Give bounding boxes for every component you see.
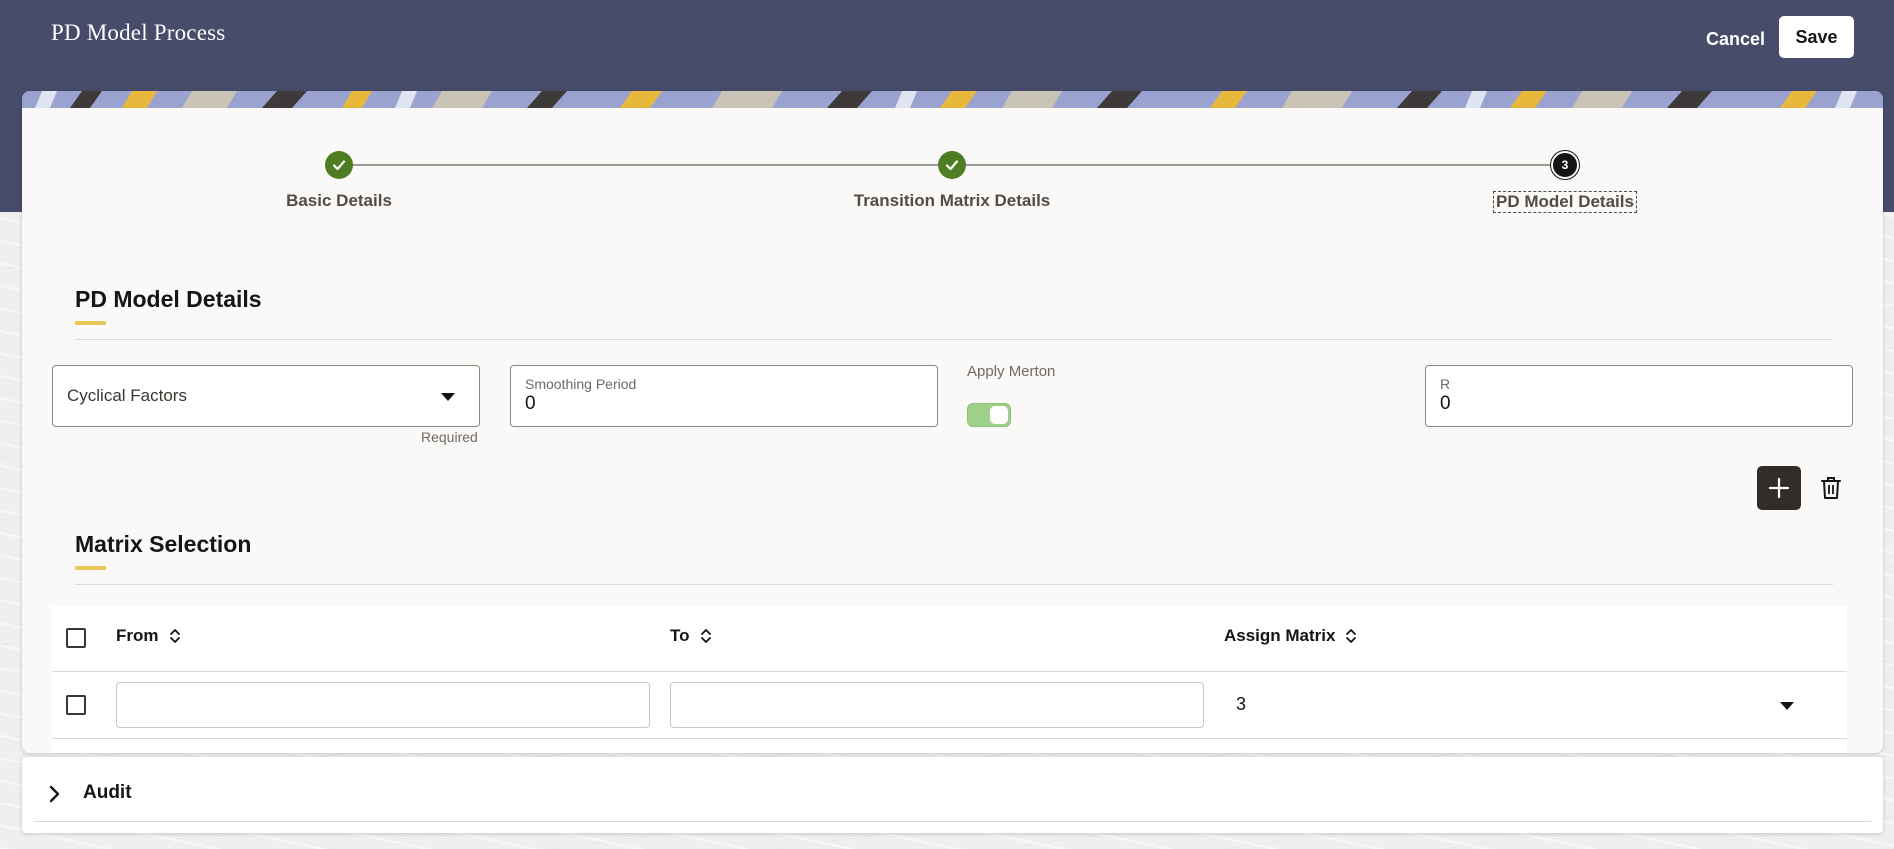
from-input[interactable] — [116, 682, 650, 728]
select-all-checkbox[interactable] — [66, 628, 86, 648]
section-divider — [75, 339, 1833, 340]
add-row-button[interactable] — [1757, 466, 1801, 510]
to-input[interactable] — [670, 682, 1204, 728]
column-header-label: Assign Matrix — [1224, 626, 1336, 645]
assign-matrix-select[interactable]: 3 — [1224, 682, 1824, 728]
row-divider — [52, 738, 1847, 739]
check-icon — [325, 151, 353, 179]
field-value: 0 — [525, 393, 536, 414]
field-value: 0 — [1440, 393, 1451, 414]
column-header-from[interactable]: From — [116, 626, 181, 646]
chevron-right-icon — [49, 785, 60, 803]
train-step-transition-matrix-details[interactable]: Transition Matrix Details — [802, 151, 1102, 211]
audit-divider — [34, 821, 1871, 822]
apply-merton-switch[interactable] — [967, 403, 1011, 427]
column-header-to[interactable]: To — [670, 626, 712, 646]
process-card: Basic Details Transition Matrix Details … — [22, 91, 1883, 753]
train-step-label: PD Model Details — [1493, 191, 1637, 213]
train-step-pd-model-details[interactable]: 3 PD Model Details — [1415, 151, 1715, 213]
audit-panel[interactable]: Audit — [22, 757, 1883, 833]
select-value: 3 — [1236, 694, 1247, 714]
page-title: PD Model Process — [51, 20, 226, 45]
field-label: R — [1440, 376, 1451, 392]
step-number-badge: 3 — [1551, 151, 1579, 179]
r-input[interactable]: R 0 — [1425, 365, 1853, 427]
train-step-basic-details[interactable]: Basic Details — [189, 151, 489, 211]
smoothing-period-input[interactable]: Smoothing Period 0 — [510, 365, 938, 427]
decorative-banner — [22, 91, 1883, 108]
switch-knob — [990, 406, 1008, 424]
section-title-matrix-selection: Matrix Selection — [75, 531, 252, 557]
audit-title: Audit — [83, 782, 132, 803]
sort-icon — [169, 629, 180, 643]
column-header-label: To — [670, 626, 690, 645]
field-label: Smoothing Period — [525, 376, 637, 392]
section-divider — [75, 584, 1833, 585]
sort-icon — [700, 629, 711, 643]
cancel-button[interactable]: Cancel — [1694, 22, 1777, 56]
matrix-selection-table: From To Assign Matrix 3 — [52, 606, 1847, 753]
save-button[interactable]: Save — [1779, 16, 1854, 58]
train-step-label: Basic Details — [286, 191, 392, 210]
column-header-assign-matrix[interactable]: Assign Matrix — [1224, 626, 1357, 646]
caret-down-icon — [441, 393, 455, 401]
check-icon — [938, 151, 966, 179]
apply-merton-label: Apply Merton — [967, 363, 1056, 380]
row-select-checkbox[interactable] — [66, 695, 86, 715]
section-underline — [75, 321, 106, 325]
train-step-label: Transition Matrix Details — [853, 191, 1051, 210]
cyclical-factors-select[interactable]: Cyclical Factors — [52, 365, 480, 427]
caret-down-icon — [1780, 702, 1794, 710]
trash-icon — [1821, 477, 1841, 499]
select-value: Cyclical Factors — [67, 386, 187, 405]
column-header-label: From — [116, 626, 159, 645]
section-underline — [75, 566, 106, 570]
header-row-divider — [52, 671, 1847, 672]
required-helper-text: Required — [421, 429, 478, 445]
delete-row-button[interactable] — [1813, 470, 1849, 506]
sort-icon — [1346, 629, 1357, 643]
plus-icon — [1768, 477, 1790, 499]
section-title-pd-model-details: PD Model Details — [75, 286, 262, 312]
